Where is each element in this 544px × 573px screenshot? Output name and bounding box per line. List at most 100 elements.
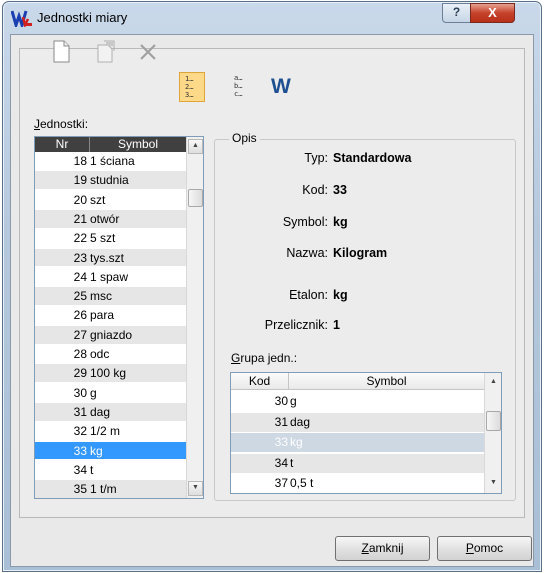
row-symbol: g	[90, 385, 97, 400]
unit-group-list[interactable]: Kod Symbol 30 g 31 dag 33 kg 34 t 37 0,5 t ▲ ▼	[230, 372, 502, 494]
unit-group-row[interactable]: 34 t	[231, 453, 484, 473]
chevron-up-icon: ▲	[490, 378, 497, 385]
units-list-row[interactable]: 30 g	[35, 384, 187, 402]
row-symbol: szt	[90, 192, 106, 207]
close-icon: X	[488, 5, 497, 20]
units-list-row[interactable]: 25 msc	[35, 287, 187, 305]
units-list-row[interactable]: 19 studnia	[35, 171, 187, 190]
units-list-row[interactable]: 29 100 kg	[35, 364, 187, 383]
help-button-label: omoc	[473, 541, 504, 555]
delete-icon[interactable]	[136, 38, 160, 64]
grupa-label-mnemonic: G	[231, 351, 241, 365]
row-nr: 34	[73, 462, 87, 477]
sort-alpha-button[interactable]: a…b…c…	[230, 72, 254, 102]
row-symbol: dag	[90, 404, 111, 419]
help-button[interactable]: Pomoc	[437, 536, 532, 561]
column-header-kod[interactable]: Kod	[231, 373, 289, 390]
unit-group-row[interactable]: 31 dag	[231, 412, 484, 432]
row-symbol: para	[90, 308, 115, 323]
column-header-grupa-symbol[interactable]: Symbol	[289, 373, 485, 390]
units-list-scrollbar[interactable]: ▲ ▼	[186, 137, 203, 498]
row-symbol: 1 spaw	[90, 269, 129, 284]
help-titlebar-button[interactable]: ?	[442, 3, 471, 23]
help-button-mnemonic: P	[465, 541, 474, 555]
units-list-row[interactable]: 22 5 szt	[35, 229, 187, 247]
units-list-row[interactable]: 28 odc	[35, 345, 187, 363]
przelicznik-value: 1	[333, 318, 340, 332]
row-nr: 23	[73, 250, 87, 265]
row-symbol: dag	[290, 414, 311, 429]
typ-value: Standardowa	[333, 151, 412, 165]
przelicznik-label: Przelicznik:	[264, 318, 328, 332]
row-symbol: t	[90, 462, 94, 477]
nazwa-label: Nazwa:	[286, 246, 328, 260]
new-document-icon[interactable]	[49, 38, 73, 64]
unit-group-row[interactable]: 30 g	[231, 392, 484, 411]
units-list-row[interactable]: 32 1/2 m	[35, 422, 187, 440]
sort-numeric-button[interactable]: 1…2…3…	[179, 72, 205, 102]
close-button[interactable]: Zamknij	[335, 536, 430, 561]
jednostki-label: Jednostki:	[34, 117, 88, 131]
grupa-label-text: rupa jedn.:	[240, 351, 298, 365]
row-kod: 34	[274, 455, 288, 470]
column-header-nr[interactable]: Nr	[35, 137, 90, 152]
row-nr: 29	[73, 366, 87, 381]
units-list-row[interactable]: 20 szt	[35, 191, 187, 209]
unit-group-scrollbar[interactable]: ▲ ▼	[484, 373, 501, 493]
unit-group-row[interactable]: 33 kg	[231, 433, 484, 452]
scroll-up-button[interactable]: ▲	[188, 139, 203, 154]
units-list-row[interactable]: 21 otwór	[35, 209, 187, 228]
row-nr: 20	[73, 192, 87, 207]
units-list-row[interactable]: 31 dag	[35, 402, 187, 421]
row-nr: 28	[73, 347, 87, 361]
row-symbol: otwór	[90, 211, 120, 226]
row-symbol: odc	[90, 347, 110, 361]
row-kod: 31	[274, 414, 288, 429]
row-symbol: kg	[290, 435, 303, 449]
group-scroll-thumb[interactable]	[486, 411, 501, 431]
unit-group-row[interactable]: 37 0,5 t	[231, 474, 484, 493]
row-symbol: 1 t/m	[90, 482, 117, 497]
word-export-button[interactable]: W	[271, 72, 299, 102]
row-nr: 24	[73, 269, 87, 284]
units-list-row[interactable]: 26 para	[35, 306, 187, 324]
row-nr: 25	[73, 289, 87, 304]
units-list-row[interactable]: 24 1 spaw	[35, 268, 187, 286]
units-list[interactable]: Nr Symbol 18 1 ściana 19 studnia 20 szt 21 otwó…	[34, 136, 204, 499]
title-bar[interactable]: Jednostki miary ? X	[3, 2, 541, 32]
scroll-thumb[interactable]	[188, 189, 203, 207]
chevron-down-icon: ▼	[192, 484, 199, 491]
close-titlebar-button[interactable]: X	[470, 3, 515, 23]
row-symbol: t	[290, 455, 294, 470]
row-nr: 31	[73, 404, 87, 419]
units-list-row[interactable]: 27 gniazdo	[35, 325, 187, 344]
grupa-label: Grupa jedn.:	[231, 351, 297, 365]
close-button-mnemonic: Z	[361, 541, 369, 555]
close-button-label: amknij	[368, 541, 404, 555]
row-symbol: studnia	[90, 173, 129, 188]
scroll-down-button[interactable]: ▼	[188, 481, 203, 496]
row-symbol: 0,5 t	[290, 476, 314, 490]
app-logo-icon	[11, 10, 32, 27]
row-kod: 37	[274, 476, 288, 490]
row-symbol: g	[290, 394, 297, 408]
chevron-up-icon: ▲	[192, 142, 199, 149]
column-header-symbol[interactable]: Symbol	[90, 137, 186, 152]
units-list-row[interactable]: 23 tys.szt	[35, 248, 187, 267]
row-symbol: tys.szt	[90, 250, 125, 265]
etalon-value: kg	[333, 288, 348, 302]
nazwa-value: Kilogram	[333, 246, 388, 260]
group-scroll-up-button[interactable]: ▲	[486, 375, 501, 390]
units-list-row[interactable]: 18 1 ściana	[35, 152, 187, 170]
row-symbol: 5 szt	[90, 231, 116, 246]
units-list-row[interactable]: 33 kg	[35, 441, 187, 460]
row-symbol: msc	[90, 289, 112, 304]
units-list-row[interactable]: 34 t	[35, 461, 187, 479]
row-nr: 22	[73, 231, 87, 246]
row-nr: 35	[73, 482, 87, 497]
word-icon: W	[271, 75, 291, 98]
group-scroll-down-button[interactable]: ▼	[486, 476, 501, 491]
symbol-label: Symbol:	[282, 215, 328, 229]
edit-document-icon[interactable]	[94, 38, 118, 64]
units-list-row[interactable]: 35 1 t/m	[35, 480, 187, 498]
